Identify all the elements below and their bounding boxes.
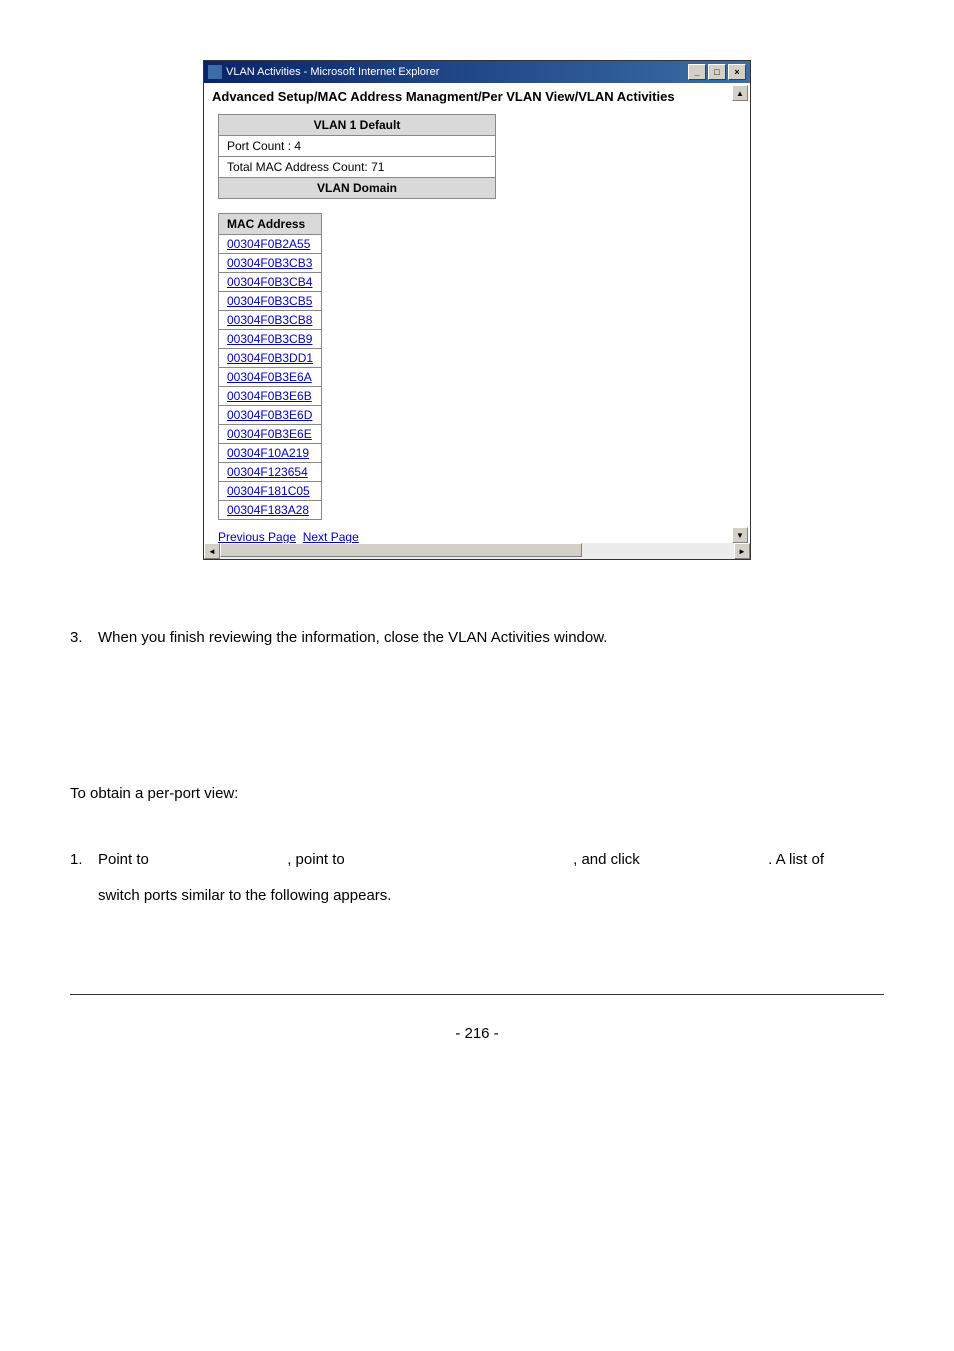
- page-footer: - 216 -: [70, 994, 884, 1042]
- step-number: 3.: [70, 620, 98, 656]
- page-number: - 216 -: [455, 1025, 498, 1042]
- mac-link[interactable]: 00304F0B3E6D: [227, 408, 312, 422]
- hscroll-left-button[interactable]: ◄: [204, 543, 220, 559]
- mac-link[interactable]: 00304F0B3E6E: [227, 427, 312, 441]
- minimize-button[interactable]: _: [688, 64, 706, 80]
- mac-address-table: MAC Address 00304F0B2A55 00304F0B3CB3 00…: [218, 213, 322, 520]
- mac-link[interactable]: 00304F183A28: [227, 503, 309, 517]
- mac-address-header: MAC Address: [219, 214, 322, 235]
- maximize-button[interactable]: □: [708, 64, 726, 80]
- text-fragment: . A list of: [768, 851, 824, 868]
- mac-link[interactable]: 00304F0B2A55: [227, 237, 310, 251]
- text-fragment: , and click: [573, 851, 644, 868]
- previous-page-link[interactable]: Previous Page: [218, 530, 296, 544]
- mac-link[interactable]: 00304F0B3E6B: [227, 389, 312, 403]
- ie-window: VLAN Activities - Microsoft Internet Exp…: [203, 60, 751, 560]
- mac-link[interactable]: 00304F0B3CB3: [227, 256, 312, 270]
- mac-link[interactable]: 00304F0B3E6A: [227, 370, 312, 384]
- mac-link[interactable]: 00304F0B3CB8: [227, 313, 312, 327]
- text-fragment: Point to: [98, 851, 153, 868]
- mac-link[interactable]: 00304F10A219: [227, 446, 309, 460]
- mac-link[interactable]: 00304F0B3CB5: [227, 294, 312, 308]
- vlan-default-header: VLAN 1 Default: [219, 115, 496, 136]
- horizontal-scrollbar[interactable]: ◄ ►: [204, 543, 750, 559]
- hscroll-right-button[interactable]: ►: [734, 543, 750, 559]
- mac-link[interactable]: 00304F0B3DD1: [227, 351, 313, 365]
- step-text: When you finish reviewing the informatio…: [98, 620, 884, 656]
- mac-link[interactable]: 00304F0B3CB9: [227, 332, 312, 346]
- page-heading: Advanced Setup/MAC Address Managment/Per…: [204, 83, 750, 114]
- hscroll-thumb[interactable]: [220, 543, 582, 557]
- mac-link[interactable]: 00304F123654: [227, 465, 308, 479]
- scroll-down-button[interactable]: ▼: [732, 527, 748, 543]
- next-page-link[interactable]: Next Page: [303, 530, 359, 544]
- vlan-domain-header: VLAN Domain: [219, 178, 496, 199]
- port-count-cell: Port Count : 4: [219, 136, 496, 157]
- ie-icon: [208, 65, 222, 79]
- mac-count-cell: Total MAC Address Count: 71: [219, 157, 496, 178]
- window-title: VLAN Activities - Microsoft Internet Exp…: [226, 66, 439, 78]
- vlan-info-table: VLAN 1 Default Port Count : 4 Total MAC …: [218, 114, 496, 199]
- mac-link[interactable]: 00304F0B3CB4: [227, 275, 312, 289]
- titlebar: VLAN Activities - Microsoft Internet Exp…: [204, 61, 750, 83]
- text-fragment: switch ports similar to the following ap…: [98, 887, 391, 904]
- scroll-up-button[interactable]: ▲: [732, 85, 748, 101]
- close-button[interactable]: ×: [728, 64, 746, 80]
- content-area: ▲ Advanced Setup/MAC Address Managment/P…: [204, 83, 750, 559]
- mac-link[interactable]: 00304F181C05: [227, 484, 310, 498]
- text-fragment: , point to: [287, 851, 349, 868]
- subsection-intro: To obtain a per-port view:: [70, 776, 884, 812]
- step-number: 1.: [70, 842, 98, 878]
- step-text: Point to , point to , and click . A list…: [98, 842, 884, 914]
